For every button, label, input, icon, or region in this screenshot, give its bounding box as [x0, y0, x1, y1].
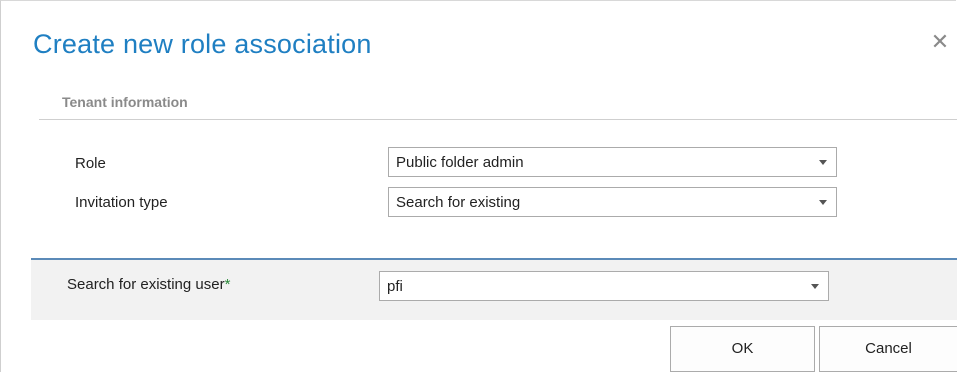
role-label: Role: [75, 155, 106, 172]
ok-button[interactable]: OK: [670, 326, 815, 372]
search-user-combobox[interactable]: pfi: [379, 271, 829, 301]
chevron-down-icon: [819, 160, 827, 165]
search-user-panel: Search for existing user* pfi: [31, 258, 957, 320]
close-icon[interactable]: ✕: [929, 31, 951, 53]
chevron-down-icon: [811, 284, 819, 289]
search-user-label-text: Search for existing user: [67, 276, 225, 293]
role-select-value: Public folder admin: [396, 154, 524, 171]
required-marker: *: [224, 276, 231, 293]
cancel-button[interactable]: Cancel: [819, 326, 957, 372]
invitation-type-label: Invitation type: [75, 194, 168, 211]
chevron-down-icon: [819, 200, 827, 205]
invitation-type-select-value: Search for existing: [396, 194, 521, 211]
invitation-type-select[interactable]: Search for existing: [388, 187, 837, 217]
role-select[interactable]: Public folder admin: [388, 147, 837, 177]
section-header-tenant-information: Tenant information: [62, 94, 188, 110]
section-divider: [39, 119, 957, 120]
search-user-input-value: pfi: [387, 278, 403, 295]
create-role-association-dialog: Create new role association ✕ Tenant inf…: [0, 0, 957, 372]
search-user-label: Search for existing user*: [67, 276, 230, 293]
dialog-title: Create new role association: [33, 29, 372, 59]
